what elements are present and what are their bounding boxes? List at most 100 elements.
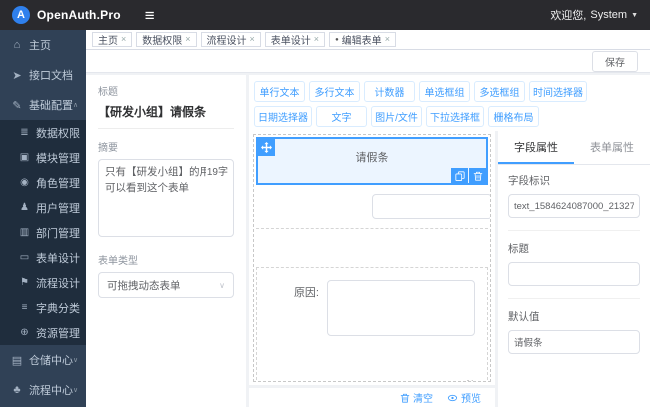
field-id-input[interactable] [508,194,640,218]
palette-radio-group[interactable]: 单选框组 [419,81,470,102]
tab-form-props[interactable]: 表单属性 [574,131,650,164]
app-window: A OpenAuth.Pro ≡ 欢迎您, System ▼ ⌂ 主页 ➤ 接口… [0,0,650,407]
hamburger-menu-icon[interactable]: ≡ [145,7,155,24]
active-dot-icon: ● [335,36,339,43]
palette-grid-layout[interactable]: 栅格布局 [488,106,539,127]
list-icon: ≣ [20,127,29,138]
home-icon: ⌂ [13,39,21,51]
circle-plus-icon: ⊕ [20,327,29,338]
palette-counter[interactable]: 计数器 [364,81,415,102]
tab-label: 数据权限 [142,36,183,47]
flow-center-icon: ♣ [13,384,21,396]
sidebar-item-label: 仓储中心 [29,355,73,367]
trash-icon [400,393,410,403]
role-icon: ◉ [20,177,29,188]
sidebar-item-label: 模块管理 [36,152,80,165]
palette-checkbox-group[interactable]: 多选框组 [474,81,525,102]
widget-reason-textarea[interactable]: 原因: [256,267,488,381]
clear-label: 清空 [413,394,433,405]
clear-button[interactable]: 清空 [400,390,433,405]
chevron-down-icon: ∨ [73,387,79,394]
sidebar-item-label: 用户管理 [36,202,80,215]
resize-grip-icon[interactable] [465,380,473,381]
palette-time-picker[interactable]: 时间选择器 [529,81,587,102]
tab-home[interactable]: 主页 × [92,32,133,47]
chevron-up-icon: ∧ [73,102,79,109]
sidebar-item-warehouse-center[interactable]: ▤ 仓储中心 ∨ [0,345,86,375]
sidebar-item-form-design[interactable]: ▭ 表单设计 [0,245,86,270]
default-value-input[interactable] [508,330,640,354]
sidebar-item-home[interactable]: ⌂ 主页 [0,30,86,60]
reason-textarea[interactable] [327,280,475,336]
user-menu[interactable]: 欢迎您, System ▼ [550,7,638,23]
palette-date-picker[interactable]: 日期选择器 [254,106,312,127]
widget-input-field[interactable] [256,185,490,229]
sidebar-item-label: 流程中心 [29,385,73,397]
default-value-label: 默认值 [508,311,540,323]
canvas-footer: 清空 预览 [249,385,495,407]
sidebar-item-flow-design[interactable]: ⚑ 流程设计 [0,270,86,295]
sidebar-item-flow-center[interactable]: ♣ 流程中心 ∨ [0,375,86,405]
field-id-label: 字段标识 [508,175,550,187]
tab-data-permission[interactable]: 数据权限 × [136,32,197,47]
save-button[interactable]: 保存 [592,50,638,72]
sidebar-item-data-permission[interactable]: ≣ 数据权限 [0,120,86,145]
sidebar-item-label: 主页 [29,40,51,52]
widget-text-selected[interactable]: 请假条 [256,137,488,185]
user-icon: ♟ [20,202,29,213]
username: System [590,9,628,21]
sidebar-item-label: 接口文档 [29,70,73,82]
tab-field-props[interactable]: 字段属性 [498,131,574,164]
sidebar-item-user-manage[interactable]: ♟ 用户管理 [0,195,86,220]
close-icon[interactable]: × [250,35,255,44]
canvas-input[interactable] [372,194,490,219]
warehouse-icon: ▤ [11,354,23,367]
paper-plane-icon: ➤ [12,69,22,82]
sidebar-item-module-manage[interactable]: ▣ 模块管理 [0,145,86,170]
brand-logo-icon: A [12,6,30,24]
designer-canvas-panel: 请假条 原因: 清空 预览 [249,131,495,407]
sidebar-item-label: 字典分类 [36,302,80,315]
form-type-select[interactable]: 可拖拽动态表单 ∨ [98,272,234,298]
chart-icon: ▥ [19,227,30,238]
properties-panel: 字段属性 表单属性 字段标识 标题 [498,131,650,407]
palette-image-file[interactable]: 图片/文件 [371,106,422,127]
tab-form-design[interactable]: 表单设计 × [264,32,326,47]
drag-handle-icon[interactable] [258,139,275,156]
sidebar-item-api-docs[interactable]: ➤ 接口文档 [0,60,86,90]
tab-flow-design[interactable]: 流程设计 × [200,32,261,47]
sidebar-item-resource-manage[interactable]: ⊕ 资源管理 [0,320,86,345]
sidebar-item-dict-category[interactable]: ≡ 字典分类 [0,295,86,320]
sidebar-item-base-config[interactable]: ✎ 基础配置 ∧ [0,90,86,120]
form-canvas[interactable]: 请假条 原因: [253,134,491,382]
component-palette: 单行文本 多行文本 计数器 单选框组 多选框组 时间选择器 日期选择器 文字 图… [249,75,650,131]
eye-icon [447,394,458,401]
palette-dropdown-select[interactable]: 下拉选择框 [426,106,484,127]
copy-widget-icon[interactable] [451,168,468,183]
close-icon[interactable]: × [185,35,190,44]
palette-single-line-text[interactable]: 单行文本 [254,81,305,102]
form-title-label: 标题 [98,87,118,98]
close-icon[interactable]: × [121,35,126,44]
close-icon[interactable]: × [314,35,319,44]
palette-text[interactable]: 文字 [316,106,367,127]
tab-label: 流程设计 [206,36,247,47]
form-title-value[interactable]: 【研发小组】请假条 [98,103,234,129]
sidebar-item-role-manage[interactable]: ◉ 角色管理 [0,170,86,195]
tab-label: 编辑表单 [341,36,382,47]
tags-view: 主页 × 数据权限 × 流程设计 × 表单设计 × ● 编辑表单 × [86,30,650,50]
sidebar-item-label: 角色管理 [36,177,80,190]
close-icon[interactable]: × [385,35,390,44]
field-title-input[interactable] [508,262,640,286]
tab-edit-form-active[interactable]: ● 编辑表单 × [329,32,396,47]
tab-label: 表单设计 [270,36,311,47]
sidebar: ⌂ 主页 ➤ 接口文档 ✎ 基础配置 ∧ ≣ 数据权限 ▣ 模块管理 ◉ 角色管… [0,30,86,407]
sidebar-item-dept-manage[interactable]: ▥ 部门管理 [0,220,86,245]
tab-label: 主页 [98,36,118,47]
base-config-submenu: ≣ 数据权限 ▣ 模块管理 ◉ 角色管理 ♟ 用户管理 ▥ 部门管理 ▭ 表单设… [0,120,86,345]
form-type-label: 表单类型 [98,256,138,267]
palette-multi-line-text[interactable]: 多行文本 [309,81,360,102]
brand-title: OpenAuth.Pro [37,8,121,22]
preview-button[interactable]: 预览 [447,390,481,405]
delete-widget-icon[interactable] [469,168,486,183]
